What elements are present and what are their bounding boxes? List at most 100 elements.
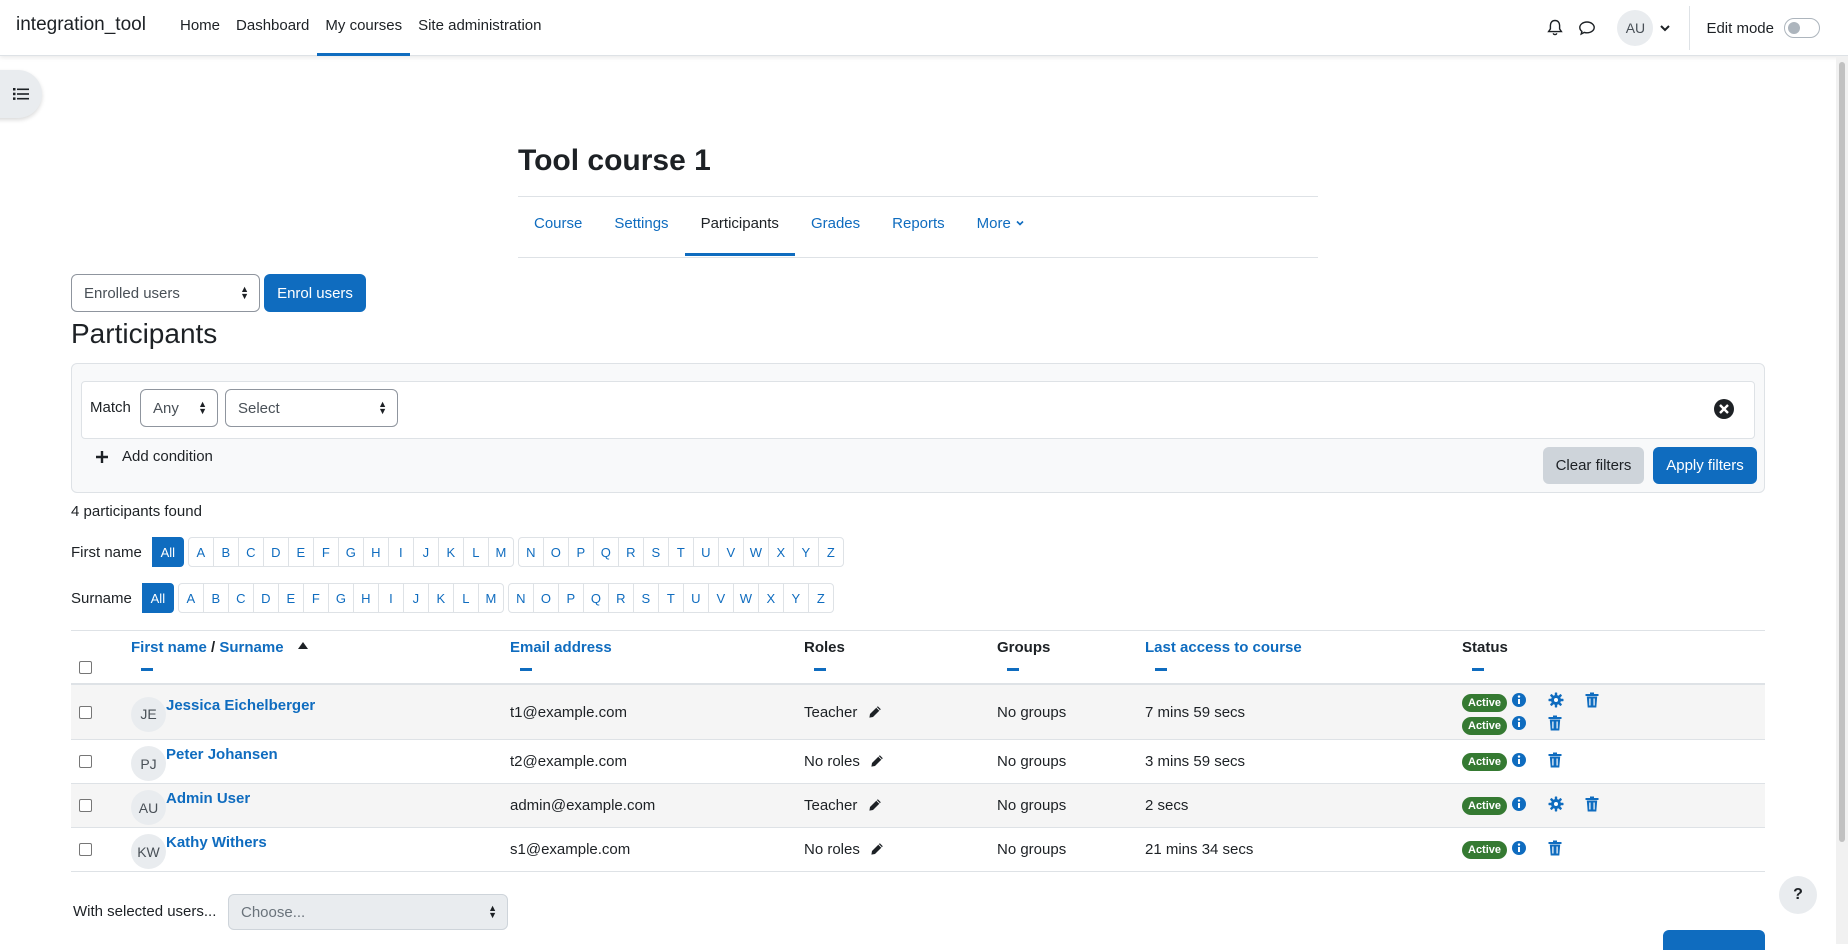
initial-b[interactable]: B	[202, 583, 229, 613]
initial-v[interactable]: V	[707, 583, 734, 613]
initial-all[interactable]: All	[141, 583, 174, 613]
bulk-actions-select[interactable]: Choose... ▲ ▼	[228, 894, 508, 930]
tab-participants[interactable]: Participants	[684, 198, 795, 256]
enrolment-details-icon[interactable]	[1511, 796, 1527, 812]
initial-r[interactable]: R	[617, 537, 644, 567]
initial-d[interactable]: D	[262, 537, 289, 567]
initial-p[interactable]: P	[557, 583, 584, 613]
user-avatar[interactable]: AU	[1617, 10, 1654, 46]
unenrol-trash-icon[interactable]	[1548, 752, 1564, 768]
initial-n[interactable]: N	[507, 583, 534, 613]
initial-o[interactable]: O	[532, 583, 559, 613]
user-avatar[interactable]: JE	[131, 696, 166, 732]
edit-roles-pencil-icon[interactable]	[868, 798, 884, 814]
initial-j[interactable]: J	[402, 583, 429, 613]
tab-reports[interactable]: Reports	[876, 198, 961, 256]
initial-k[interactable]: K	[437, 537, 464, 567]
enrolment-details-icon[interactable]	[1511, 692, 1527, 708]
initial-j[interactable]: J	[412, 537, 439, 567]
initial-r[interactable]: R	[607, 583, 634, 613]
page-scrollbar[interactable]	[1836, 56, 1848, 944]
initial-a[interactable]: A	[187, 537, 214, 567]
course-index-drawer-toggle[interactable]	[0, 70, 42, 118]
filter-type-select[interactable]: Select ▲ ▼	[225, 389, 398, 427]
initial-u[interactable]: U	[692, 537, 719, 567]
collapse-column-icon[interactable]	[520, 668, 532, 671]
initial-t[interactable]: T	[667, 537, 694, 567]
initial-a[interactable]: A	[177, 583, 204, 613]
initial-d[interactable]: D	[252, 583, 279, 613]
select-all-checkbox[interactable]	[79, 661, 92, 674]
edit-enrolment-gear-icon[interactable]	[1548, 796, 1564, 812]
help-button[interactable]: ?	[1779, 876, 1817, 914]
initial-s[interactable]: S	[632, 583, 659, 613]
initial-m[interactable]: M	[487, 537, 514, 567]
initial-n[interactable]: N	[517, 537, 544, 567]
initial-l[interactable]: L	[452, 583, 479, 613]
enrol-users-button[interactable]: Enrol users	[264, 274, 366, 312]
unenrol-trash-icon[interactable]	[1585, 692, 1601, 708]
user-avatar[interactable]: AU	[131, 790, 166, 825]
initial-i[interactable]: I	[377, 583, 404, 613]
nav-home[interactable]: Home	[172, 0, 228, 56]
collapse-column-icon[interactable]	[814, 668, 826, 671]
initial-i[interactable]: I	[387, 537, 414, 567]
collapse-column-icon[interactable]	[1155, 668, 1167, 671]
initial-s[interactable]: S	[642, 537, 669, 567]
user-name-link[interactable]: Jessica Eichelberger	[166, 697, 315, 714]
user-menu[interactable]: AU	[1603, 10, 1673, 46]
scrollbar-thumb[interactable]	[1839, 62, 1845, 842]
initial-w[interactable]: W	[732, 583, 759, 613]
user-avatar[interactable]: PJ	[131, 746, 166, 781]
apply-filters-button[interactable]: Apply filters	[1653, 447, 1757, 484]
user-name-link[interactable]: Peter Johansen	[166, 746, 278, 763]
user-avatar[interactable]: KW	[131, 834, 166, 869]
add-condition-button[interactable]: Add condition	[96, 448, 213, 465]
initial-w[interactable]: W	[742, 537, 769, 567]
row-select-checkbox[interactable]	[79, 799, 92, 812]
initial-e[interactable]: E	[277, 583, 304, 613]
clear-filters-button[interactable]: Clear filters	[1543, 447, 1644, 484]
tab-settings[interactable]: Settings	[598, 198, 684, 256]
match-select[interactable]: Any ▲ ▼	[140, 389, 218, 427]
row-select-checkbox[interactable]	[79, 843, 92, 856]
initial-x[interactable]: X	[757, 583, 784, 613]
collapse-column-icon[interactable]	[1007, 668, 1019, 671]
edit-mode-toggle[interactable]	[1784, 18, 1820, 38]
edit-enrolment-gear-icon[interactable]	[1548, 692, 1564, 708]
messages-chat-icon[interactable]	[1571, 12, 1603, 44]
initial-q[interactable]: Q	[582, 583, 609, 613]
initial-h[interactable]: H	[362, 537, 389, 567]
initial-q[interactable]: Q	[592, 537, 619, 567]
initial-f[interactable]: F	[312, 537, 339, 567]
edit-roles-pencil-icon[interactable]	[870, 754, 886, 770]
initial-g[interactable]: G	[327, 583, 354, 613]
initial-z[interactable]: Z	[807, 583, 834, 613]
sort-firstname-link[interactable]: First name	[131, 639, 207, 656]
initial-b[interactable]: B	[212, 537, 239, 567]
site-brand[interactable]: integration_tool	[16, 14, 146, 36]
enrolment-details-icon[interactable]	[1511, 715, 1527, 731]
enrol-users-button-bottom[interactable]	[1663, 930, 1765, 950]
tab-course[interactable]: Course	[518, 198, 598, 256]
sort-email-link[interactable]: Email address	[510, 639, 612, 656]
initial-e[interactable]: E	[287, 537, 314, 567]
initial-f[interactable]: F	[302, 583, 329, 613]
sort-lastaccess-link[interactable]: Last access to course	[1145, 639, 1302, 656]
initial-g[interactable]: G	[337, 537, 364, 567]
initial-c[interactable]: C	[227, 583, 254, 613]
initial-all[interactable]: All	[151, 537, 184, 567]
initial-c[interactable]: C	[237, 537, 264, 567]
nav-site-administration[interactable]: Site administration	[410, 0, 549, 56]
initial-y[interactable]: Y	[782, 583, 809, 613]
initial-k[interactable]: K	[427, 583, 454, 613]
edit-roles-pencil-icon[interactable]	[868, 705, 884, 721]
initial-y[interactable]: Y	[792, 537, 819, 567]
remove-filter-row-icon[interactable]	[1713, 398, 1735, 420]
collapse-column-icon[interactable]	[141, 668, 153, 671]
initial-x[interactable]: X	[767, 537, 794, 567]
user-name-link[interactable]: Admin User	[166, 790, 250, 807]
initial-u[interactable]: U	[682, 583, 709, 613]
initial-m[interactable]: M	[477, 583, 504, 613]
user-name-link[interactable]: Kathy Withers	[166, 834, 267, 851]
